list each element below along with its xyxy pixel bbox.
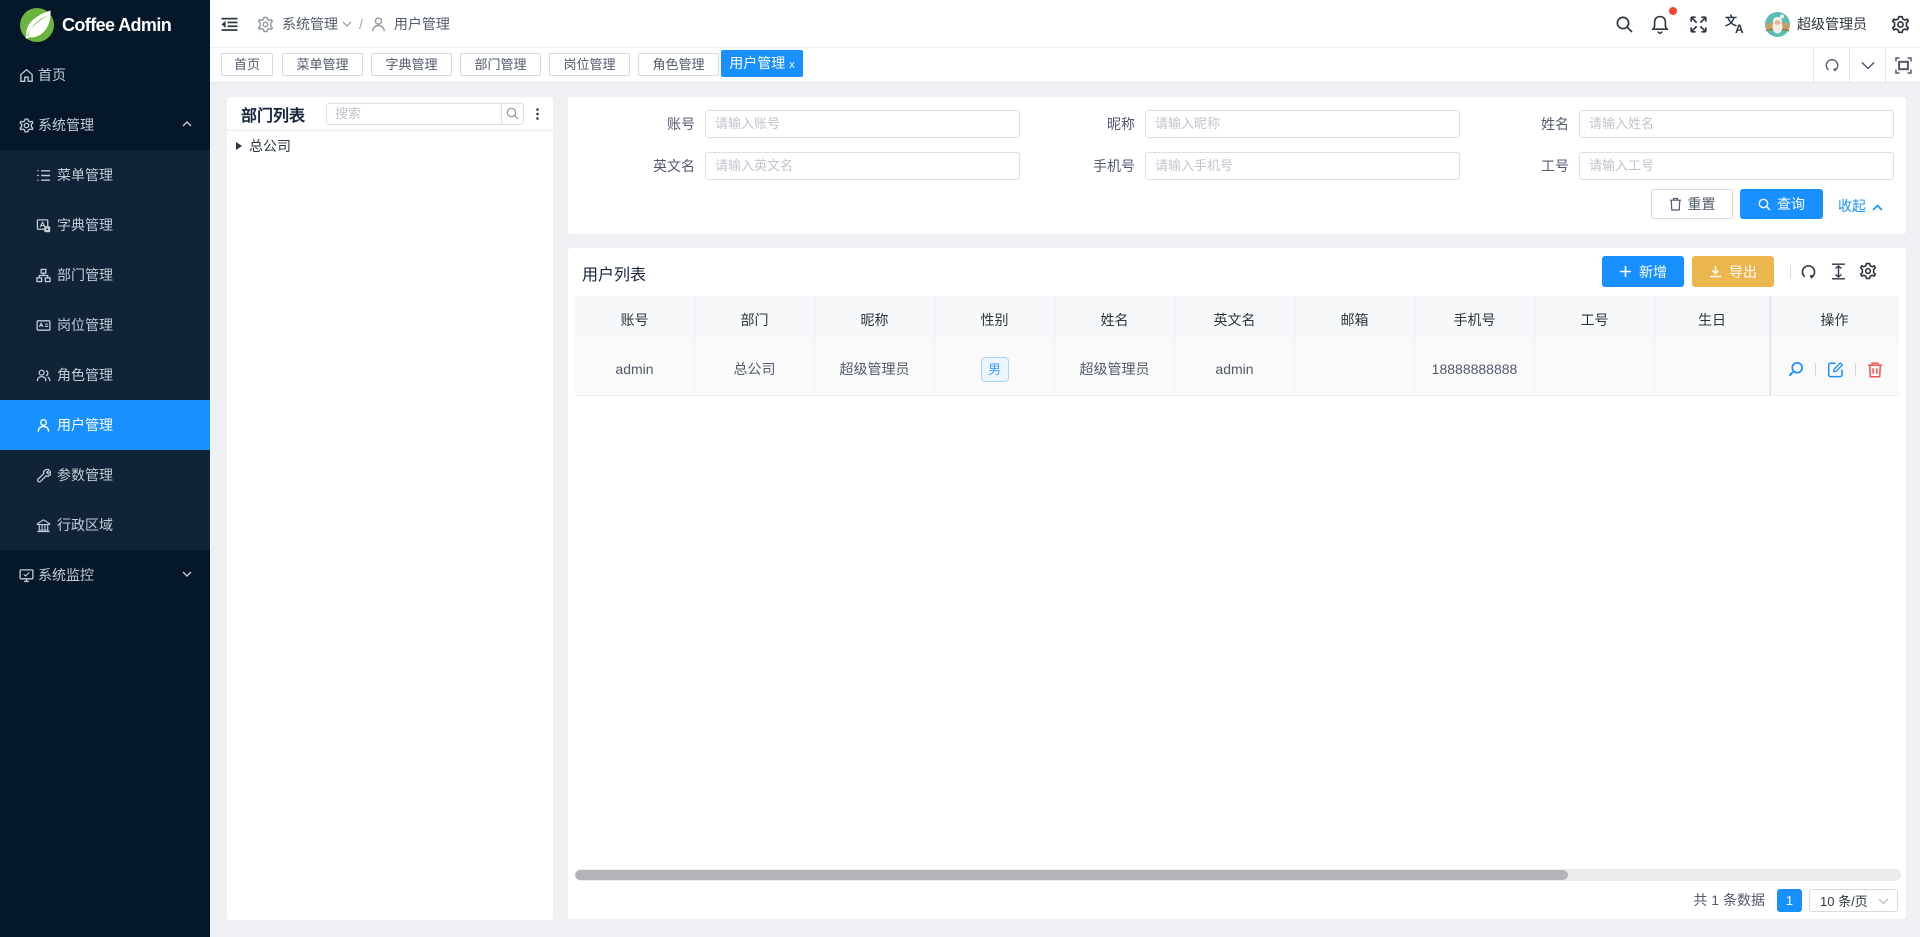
svg-text:A: A bbox=[1735, 22, 1744, 34]
